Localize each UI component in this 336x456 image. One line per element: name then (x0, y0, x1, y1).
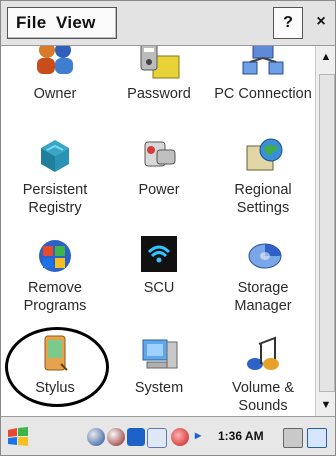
signal-icon[interactable] (147, 428, 167, 448)
item-remove-programs[interactable]: Remove Programs (3, 234, 107, 315)
storage-manager-icon (241, 234, 285, 274)
item-system[interactable]: System (107, 334, 211, 397)
battery-warning-icon[interactable] (171, 428, 189, 446)
scroll-thumb[interactable] (319, 74, 335, 392)
item-persistent-registry[interactable]: Persistent Registry (3, 136, 107, 217)
menu-view-label: View (56, 13, 96, 32)
input-panel-icon[interactable] (283, 428, 303, 448)
pc-connection-icon (241, 46, 285, 80)
close-button[interactable]: × (309, 7, 333, 37)
menu-group: File View (7, 7, 117, 39)
help-button[interactable]: ? (273, 7, 303, 39)
stylus-highlight-circle (5, 327, 109, 407)
item-storage-manager-label: Storage Manager (234, 280, 292, 314)
desktop-switch-icon[interactable] (307, 428, 327, 448)
item-volume-sounds[interactable]: Volume & Sounds (211, 334, 315, 415)
item-password[interactable]: Password (107, 46, 211, 103)
scroll-up-arrow-icon[interactable]: ▲ (318, 48, 334, 66)
item-owner-label: Owner (33, 86, 77, 102)
menu-view[interactable]: View (56, 13, 96, 33)
item-storage-manager[interactable]: Storage Manager (211, 234, 315, 315)
owner-icon (33, 46, 77, 80)
item-power-label: Power (138, 182, 180, 198)
remove-programs-icon (33, 234, 77, 274)
system-icon (137, 334, 181, 374)
menu-file[interactable]: File (16, 13, 47, 33)
scroll-down-arrow-icon[interactable]: ▼ (318, 396, 334, 414)
item-power[interactable]: Power (107, 136, 211, 199)
network-globe-icon[interactable] (87, 428, 105, 446)
item-persistent-registry-label: Persistent Registry (22, 182, 88, 216)
menu-file-label: File (16, 13, 47, 32)
bluetooth-icon[interactable] (127, 428, 145, 446)
window: File View ? × Owner Password PC Connecti… (0, 0, 336, 456)
item-scu[interactable]: SCU (107, 234, 211, 297)
item-scu-label: SCU (143, 280, 175, 296)
play-arrow-icon: ▸ (195, 428, 202, 442)
persistent-registry-icon (33, 136, 77, 176)
item-password-label: Password (127, 86, 191, 102)
start-windows-icon[interactable] (7, 427, 29, 447)
volume-sounds-icon (241, 334, 285, 374)
scu-icon (137, 234, 181, 274)
menu-bar: File View ? × (1, 1, 335, 46)
item-remove-programs-label: Remove Programs (23, 280, 87, 314)
item-volume-sounds-label: Volume & Sounds (231, 380, 295, 414)
item-owner[interactable]: Owner (3, 46, 107, 103)
vertical-scrollbar[interactable]: ▲ ▼ (315, 46, 335, 416)
item-system-label: System (134, 380, 184, 396)
item-regional-settings-label: Regional Settings (234, 182, 292, 216)
connectivity-globe-icon[interactable] (107, 428, 125, 446)
taskbar: ▸ 1:36 AM (1, 416, 335, 455)
password-icon (137, 46, 181, 80)
item-pc-connection-label: PC Connection (214, 86, 312, 102)
item-pc-connection[interactable]: PC Connection (211, 46, 315, 103)
regional-settings-icon (241, 136, 285, 176)
item-regional-settings[interactable]: Regional Settings (211, 136, 315, 217)
power-icon (137, 136, 181, 176)
clock[interactable]: 1:36 AM (218, 429, 264, 443)
